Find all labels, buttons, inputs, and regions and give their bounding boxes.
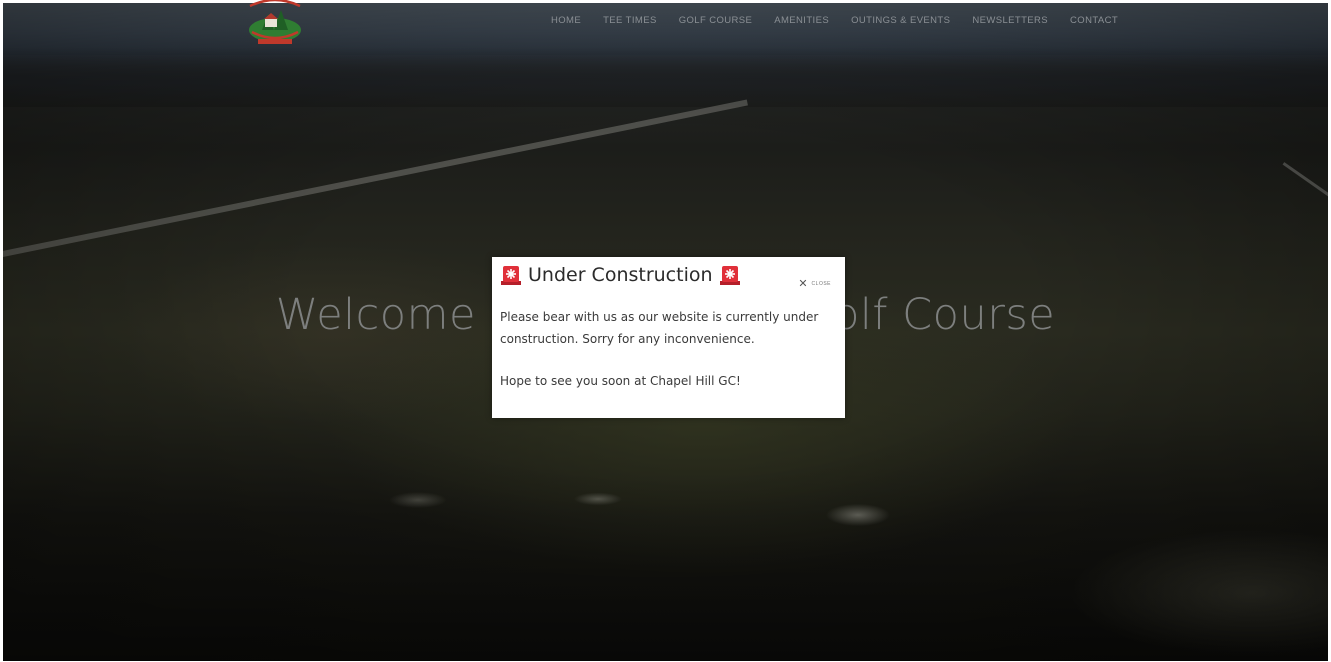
nav-newsletters[interactable]: NEWSLETTERS [961,14,1059,28]
browser-page: HOME TEE TIMES GOLF COURSE AMENITIES OUT… [0,0,1331,662]
police-light-icon [719,266,740,285]
popup-title: Under Construction [500,264,741,286]
popup-signoff: Hope to see you soon at Chapel Hill GC! [500,374,741,388]
construction-popup: Under Construction ✕ CLOSE Please bear w… [492,257,845,418]
nav-home[interactable]: HOME [540,14,592,28]
popup-title-text: Under Construction [528,264,713,286]
nav-contact[interactable]: CONTACT [1059,14,1129,28]
close-label: CLOSE [811,281,831,287]
nav-tee-times[interactable]: TEE TIMES [592,14,668,28]
close-button[interactable]: ✕ CLOSE [798,277,831,290]
police-light-icon [501,266,521,285]
popup-body: Please bear with us as our website is cu… [500,307,820,393]
close-icon: ✕ [798,277,808,290]
nav-golf-course[interactable]: GOLF COURSE [668,14,764,28]
nav-outings-events[interactable]: OUTINGS & EVENTS [840,14,961,28]
chapel-hill-logo[interactable] [244,0,306,46]
popup-message: Please bear with us as our website is cu… [500,310,819,346]
main-nav: HOME TEE TIMES GOLF COURSE AMENITIES OUT… [540,14,1129,28]
nav-amenities[interactable]: AMENITIES [763,14,840,28]
site-header: HOME TEE TIMES GOLF COURSE AMENITIES OUT… [0,0,1331,48]
